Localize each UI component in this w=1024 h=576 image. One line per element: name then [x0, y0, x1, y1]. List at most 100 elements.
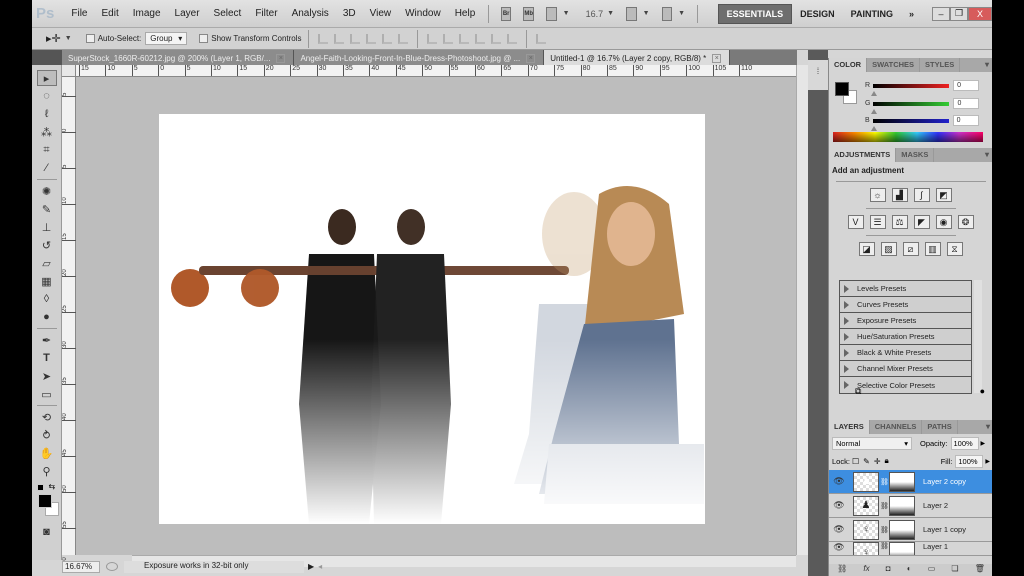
minimize-button[interactable]: – [932, 6, 951, 21]
invert-icon[interactable]: ◪ [858, 242, 875, 256]
preset-exposure[interactable]: Exposure Presets [840, 313, 971, 329]
layer-name[interactable]: Layer 2 copy [923, 477, 966, 486]
auto-select-dropdown[interactable]: Group ▾ [145, 32, 188, 45]
workspace-painting[interactable]: PAINTING [843, 5, 901, 23]
expand-triangle-icon[interactable] [844, 348, 849, 357]
distribute-vcenter-icon[interactable] [442, 33, 453, 44]
layer-row[interactable]: 👁︎ ♟ ⛓︎ Layer 2 [829, 494, 993, 518]
quick-mask-icon[interactable]: ◙ [37, 524, 57, 540]
document-canvas[interactable] [159, 114, 705, 524]
layer-mask-thumbnail[interactable] [889, 471, 915, 492]
blue-value-input[interactable]: 0 [952, 115, 979, 126]
auto-select-checkbox[interactable] [85, 34, 95, 43]
presets-scrollbar[interactable] [974, 280, 982, 393]
more-workspaces-button[interactable]: » [901, 5, 922, 23]
healing-brush-tool-icon[interactable]: ✺ [37, 183, 57, 199]
chevron-down-icon[interactable]: ▼ [643, 10, 650, 17]
layer-row[interactable]: 👁︎ ♟ ⛓︎ Layer 2 copy [829, 470, 993, 494]
return-to-list-icon[interactable]: ⧉ [855, 386, 861, 397]
lock-transparent-icon[interactable]: ☐ [852, 457, 859, 466]
tab-superstock[interactable]: SuperStock_1660R-60212.jpg @ 200% (Layer… [62, 50, 295, 65]
layer-style-fx-icon[interactable]: fx [863, 564, 869, 576]
auto-align-icon[interactable] [535, 33, 546, 44]
menu-layer[interactable]: Layer [168, 8, 207, 19]
bridge-button[interactable]: Br [500, 6, 512, 21]
color-spectrum-bar[interactable] [833, 132, 983, 142]
zoom-tool-icon[interactable]: ⚲ [37, 463, 57, 479]
gradient-map-icon[interactable]: ▥ [924, 242, 941, 256]
photo-filter-icon[interactable]: ◉ [935, 215, 952, 229]
expand-triangle-icon[interactable] [844, 300, 849, 309]
preset-channel-mixer[interactable]: Channel Mixer Presets [840, 361, 971, 377]
path-selection-tool-icon[interactable]: ➤ [37, 368, 57, 384]
layer-thumbnail[interactable]: ♟ [853, 495, 879, 516]
dodge-tool-icon[interactable]: ● [37, 309, 57, 325]
brightness-contrast-icon[interactable]: ☼ [869, 188, 886, 202]
tab-color[interactable]: COLOR [829, 58, 868, 72]
close-icon[interactable]: × [276, 53, 286, 63]
panel-menu-icon[interactable]: ▾ [985, 60, 989, 69]
restore-button[interactable]: ❐ [950, 6, 969, 21]
panel-collapse-icon[interactable]: ⁞ [808, 60, 828, 90]
align-top-icon[interactable] [317, 33, 328, 44]
ruler-origin[interactable] [62, 65, 76, 77]
crop-tool-icon[interactable]: ⌗ [37, 142, 57, 158]
blend-mode-dropdown[interactable]: Normal ▾ [832, 436, 912, 450]
mask-link-icon[interactable]: ⛓︎ [880, 478, 889, 486]
show-transform-checkbox[interactable] [199, 34, 209, 43]
move-tool-icon[interactable]: ▸ [36, 70, 57, 86]
swap-colors-icon[interactable]: ⇆ [49, 482, 56, 491]
tab-channels[interactable]: CHANNELS [870, 420, 923, 434]
posterize-icon[interactable]: ▨ [880, 242, 897, 256]
tab-masks[interactable]: MASKS [896, 148, 935, 162]
close-icon[interactable]: × [712, 53, 722, 63]
menu-filter[interactable]: Filter [248, 8, 284, 19]
selective-color-icon[interactable]: ⧖ [946, 242, 963, 256]
exposure-icon[interactable]: ◩ [935, 188, 952, 202]
menu-image[interactable]: Image [126, 8, 168, 19]
visibility-eye-icon[interactable]: 👁︎ [829, 500, 849, 511]
threshold-icon[interactable]: ⧄ [902, 242, 919, 256]
green-value-input[interactable]: 0 [953, 98, 980, 109]
align-vcenter-icon[interactable] [333, 33, 344, 44]
layer-thumbnail[interactable]: ♀ [853, 519, 879, 540]
vertical-scrollbar[interactable] [796, 65, 808, 555]
menu-view[interactable]: View [363, 8, 399, 19]
delete-layer-icon[interactable]: 🗑︎ [975, 564, 985, 576]
link-layers-icon[interactable]: ⛓︎ [837, 564, 847, 576]
align-hcenter-icon[interactable] [381, 33, 392, 44]
fill-slider-arrow[interactable]: ▶ [985, 458, 990, 465]
distribute-hcenter-icon[interactable] [490, 33, 501, 44]
layer-thumbnail[interactable]: ♟ [853, 471, 879, 492]
lasso-tool-icon[interactable]: ℓ [37, 106, 57, 122]
lock-position-icon[interactable]: ✛ [874, 457, 881, 466]
curves-icon[interactable]: ∫ [913, 188, 930, 202]
history-brush-tool-icon[interactable]: ↺ [37, 237, 57, 253]
hand-tool-icon[interactable]: ✋ [37, 445, 57, 461]
tab-untitled-1[interactable]: Untitled-1 @ 16.7% (Layer 2 copy, RGB/8)… [544, 50, 731, 65]
lock-all-icon[interactable]: 🔒︎ [885, 456, 889, 466]
channel-mixer-icon[interactable]: ❂ [957, 215, 974, 229]
expand-triangle-icon[interactable] [844, 332, 849, 341]
panel-menu-icon[interactable]: ▾ [986, 422, 990, 431]
vibrance-icon[interactable]: V [847, 215, 864, 229]
gradient-tool-icon[interactable]: ▦ [37, 273, 57, 289]
preset-black-white[interactable]: Black & White Presets [840, 345, 971, 361]
visibility-eye-icon[interactable]: 👁︎ [829, 476, 849, 487]
blue-slider[interactable] [870, 118, 949, 131]
color-balance-icon[interactable]: ⚖ [891, 215, 908, 229]
align-left-icon[interactable] [365, 33, 376, 44]
distribute-left-icon[interactable] [474, 33, 485, 44]
close-icon[interactable]: × [526, 53, 536, 63]
eyedropper-tool-icon[interactable]: ⁄ [37, 160, 57, 176]
black-white-icon[interactable]: ◤ [913, 215, 930, 229]
preset-curves[interactable]: Curves Presets [840, 297, 971, 313]
panel-menu-icon[interactable]: ▾ [985, 150, 989, 159]
expand-triangle-icon[interactable] [844, 316, 849, 325]
tabs-collapse[interactable] [32, 50, 62, 65]
pen-tool-icon[interactable]: ✒ [37, 332, 57, 348]
mask-link-icon[interactable]: ⛓︎ [880, 526, 889, 534]
preset-levels[interactable]: Levels Presets [840, 281, 971, 297]
red-slider[interactable] [871, 83, 950, 96]
add-mask-icon[interactable]: ◘ [886, 564, 891, 576]
